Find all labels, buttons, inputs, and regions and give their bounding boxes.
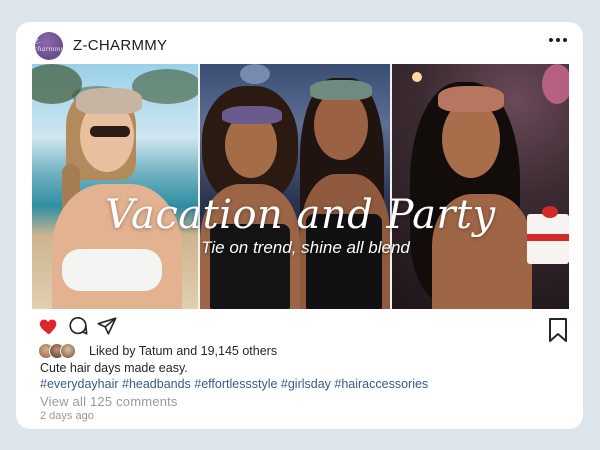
timestamp: 2 days ago bbox=[40, 410, 94, 422]
friends-photo-panel bbox=[200, 64, 390, 309]
likes-count[interactable]: Liked by Tatum and 19,145 others bbox=[89, 344, 277, 358]
image-title: Vacation and Party bbox=[105, 192, 496, 238]
liker-avatar[interactable] bbox=[60, 343, 76, 359]
view-comments-link[interactable]: View all 125 comments bbox=[40, 394, 178, 409]
avatar[interactable]: Z-charmmy bbox=[35, 32, 63, 60]
image-subtitle: Tie on trend, shine all blend bbox=[201, 238, 410, 257]
likes-row: Liked by Tatum and 19,145 others bbox=[38, 342, 438, 360]
heart-filled-icon[interactable] bbox=[38, 315, 60, 337]
more-horizontal-icon[interactable] bbox=[549, 38, 567, 42]
bookmark-icon[interactable] bbox=[547, 317, 569, 343]
paper-plane-icon[interactable] bbox=[96, 315, 118, 337]
beach-photo-panel bbox=[32, 64, 198, 309]
post-caption: Cute hair days made easy. bbox=[40, 361, 188, 375]
post-header: Z-charmmy Z-CHARMMY bbox=[16, 22, 583, 64]
party-photo-panel bbox=[392, 64, 569, 309]
hashtags[interactable]: #everydayhair #headbands #effortlessstyl… bbox=[40, 377, 428, 391]
action-bar bbox=[16, 311, 583, 343]
avatar-logo-text: Z-charmmy bbox=[35, 39, 63, 53]
username-link[interactable]: Z-CHARMMY bbox=[73, 37, 167, 54]
comment-icon[interactable] bbox=[67, 315, 89, 337]
post-card: Z-charmmy Z-CHARMMY bbox=[16, 22, 583, 429]
post-image[interactable]: Vacation and Party Tie on trend, shine a… bbox=[32, 64, 569, 309]
